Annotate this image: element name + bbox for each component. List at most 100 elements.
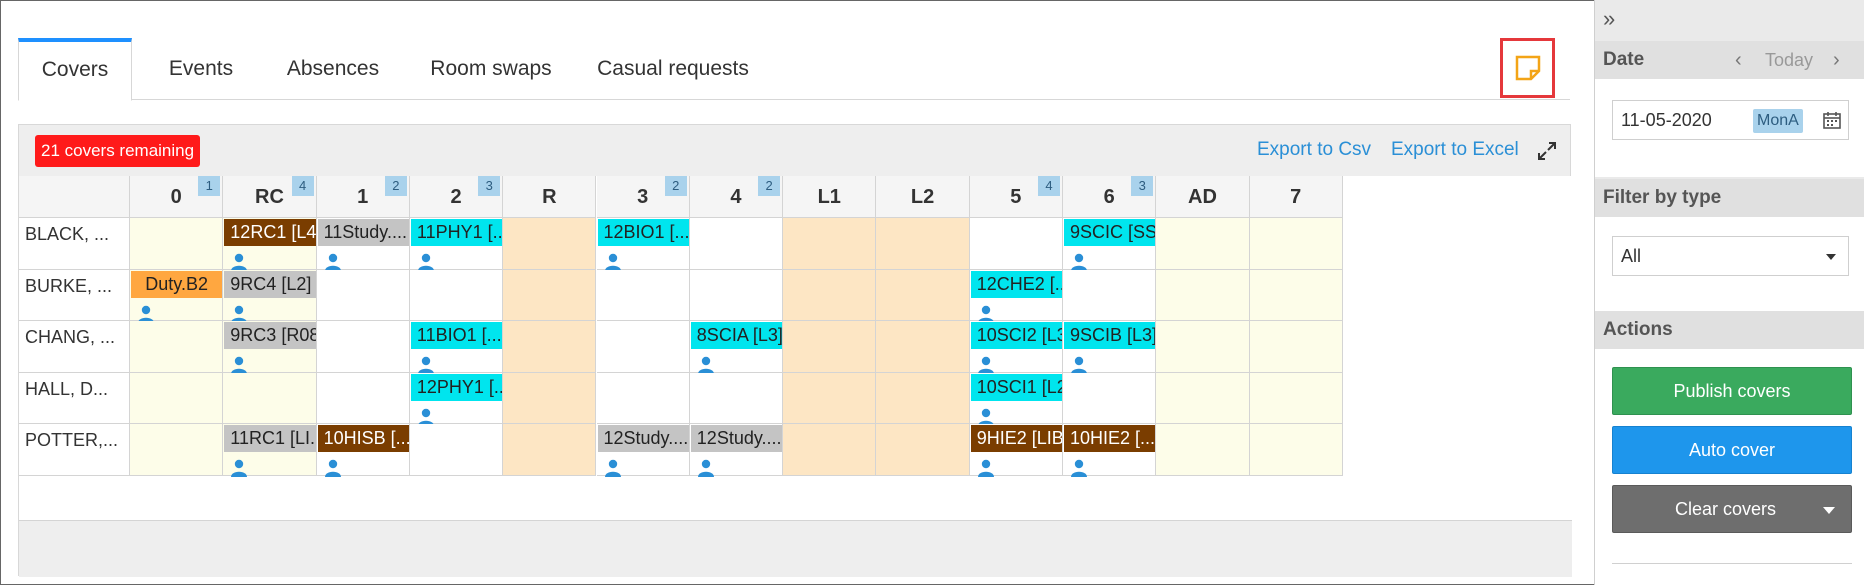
lesson-label[interactable]: 10SCI2 [L3]: [970, 322, 1062, 350]
assign-teacher-icon[interactable]: [231, 253, 248, 271]
tab-covers[interactable]: Covers: [18, 38, 132, 101]
publish-covers-button[interactable]: Publish covers: [1612, 367, 1852, 415]
column-header-ad[interactable]: AD: [1156, 176, 1250, 218]
lesson-cell[interactable]: 9HIE2 [LIB]: [969, 424, 1063, 478]
prev-day-icon[interactable]: ‹: [1735, 41, 1742, 79]
date-title: Date: [1603, 49, 1645, 70]
empty-cell: [596, 372, 690, 425]
column-header-rc[interactable]: RC 4: [223, 176, 317, 218]
export-csv-link[interactable]: Export to Csv: [1257, 139, 1371, 161]
calendar-icon[interactable]: [1822, 110, 1842, 130]
clear-covers-button[interactable]: Clear covers: [1612, 485, 1852, 533]
tab-absences[interactable]: Absences: [268, 38, 398, 100]
lesson-cell[interactable]: 12Study....: [689, 424, 784, 478]
column-header-l1[interactable]: L1: [783, 176, 877, 218]
column-header-4[interactable]: 42: [689, 176, 784, 218]
lesson-label[interactable]: 9RC4 [L2]: [224, 270, 316, 298]
assign-teacher-icon[interactable]: [417, 253, 434, 271]
lesson-label[interactable]: Duty.B2: [131, 270, 223, 298]
sticky-note-button[interactable]: [1500, 38, 1555, 98]
expand-icon[interactable]: [1537, 141, 1557, 161]
lesson-cell[interactable]: 10SCI2 [L3]: [969, 321, 1063, 375]
empty-cell: [1156, 218, 1250, 270]
lesson-cell[interactable]: 8SCIA [L3]: [689, 321, 784, 375]
lesson-cell[interactable]: Duty.B2: [130, 269, 224, 323]
assign-teacher-icon[interactable]: [604, 253, 621, 271]
lesson-cell[interactable]: 9RC3 [R08]: [223, 321, 317, 375]
column-header-2[interactable]: 23: [409, 176, 504, 218]
collapse-sidebar-icon[interactable]: »: [1603, 6, 1615, 32]
column-header-1[interactable]: 12: [316, 176, 410, 218]
lesson-cell[interactable]: 12Study....: [596, 424, 690, 478]
next-day-icon[interactable]: ›: [1833, 41, 1840, 79]
lesson-cell[interactable]: 12PHY1 [...: [409, 372, 504, 426]
filter-type-select[interactable]: All: [1612, 236, 1849, 276]
column-header-6[interactable]: 63: [1063, 176, 1157, 218]
lesson-cell[interactable]: 9SCIC [SS...: [1063, 218, 1157, 271]
column-header-5[interactable]: 54: [969, 176, 1063, 218]
lesson-cell[interactable]: 10SCI1 [L2]: [969, 372, 1063, 426]
assign-teacher-icon[interactable]: [417, 356, 434, 375]
assign-teacher-icon[interactable]: [977, 305, 994, 323]
column-header-7[interactable]: 7: [1249, 176, 1343, 218]
lesson-label[interactable]: 10HISB [...: [317, 425, 409, 453]
lesson-cell[interactable]: 10HISB [...: [316, 424, 410, 478]
assign-teacher-icon[interactable]: [697, 356, 714, 375]
export-excel-link[interactable]: Export to Excel: [1391, 139, 1519, 161]
assign-teacher-icon[interactable]: [1071, 253, 1087, 271]
lesson-label[interactable]: 11Study....: [317, 219, 409, 246]
lesson-label[interactable]: 9SCIC [SS...: [1064, 219, 1156, 246]
assign-teacher-icon[interactable]: [1071, 459, 1087, 478]
lesson-label[interactable]: 10HIE2 [...: [1064, 425, 1156, 453]
lesson-label[interactable]: 10SCI1 [L2]: [970, 373, 1062, 401]
date-input[interactable]: 11-05-2020 MonA: [1612, 100, 1849, 140]
assign-teacher-icon[interactable]: [977, 459, 994, 478]
dropdown-caret-icon[interactable]: [1823, 507, 1835, 514]
lesson-cell[interactable]: 12BIO1 [...: [596, 218, 690, 271]
lesson-label[interactable]: 12BIO1 [...: [597, 219, 689, 246]
lesson-cell[interactable]: 11Study....: [316, 218, 410, 271]
assign-teacher-icon[interactable]: [604, 459, 621, 478]
lesson-label[interactable]: 11RC1 [LI...: [224, 425, 316, 453]
lesson-cell[interactable]: 9RC4 [L2]: [223, 269, 317, 323]
column-header-r[interactable]: R: [503, 176, 597, 218]
lesson-label[interactable]: 11PHY1 [...: [410, 219, 503, 246]
assign-teacher-icon[interactable]: [697, 459, 714, 478]
lesson-label[interactable]: 12PHY1 [...: [410, 373, 503, 401]
assign-teacher-icon[interactable]: [1071, 356, 1087, 375]
lesson-cell[interactable]: 12RC1 [L4]: [223, 218, 317, 271]
lesson-cell[interactable]: 11RC1 [LI...: [223, 424, 317, 478]
lesson-label[interactable]: 9SCIB [L3]: [1064, 322, 1156, 350]
assign-teacher-icon[interactable]: [977, 356, 994, 375]
assign-teacher-icon[interactable]: [231, 459, 248, 478]
lesson-label[interactable]: 12Study....: [597, 425, 689, 453]
lesson-cell[interactable]: 10HIE2 [...: [1063, 424, 1157, 478]
lesson-cell[interactable]: 9SCIB [L3]: [1063, 321, 1157, 375]
column-header-3[interactable]: 32: [596, 176, 690, 218]
lesson-label[interactable]: 12Study....: [690, 425, 783, 453]
column-header-l2[interactable]: L2: [876, 176, 970, 218]
auto-cover-button[interactable]: Auto cover: [1612, 426, 1852, 474]
assign-teacher-icon[interactable]: [417, 408, 434, 426]
assign-teacher-icon[interactable]: [231, 356, 248, 375]
lesson-cell[interactable]: 12CHE2 [...: [969, 269, 1063, 323]
assign-teacher-icon[interactable]: [977, 408, 994, 426]
lesson-label[interactable]: 9RC3 [R08]: [224, 322, 316, 350]
assign-teacher-icon[interactable]: [324, 253, 341, 271]
lesson-label[interactable]: 12CHE2 [...: [970, 270, 1062, 298]
assign-teacher-icon[interactable]: [231, 305, 248, 323]
lesson-label[interactable]: 8SCIA [L3]: [690, 322, 783, 350]
lesson-label[interactable]: 9HIE2 [LIB]: [970, 425, 1062, 453]
lesson-label[interactable]: 12RC1 [L4]: [224, 219, 316, 246]
column-header-0[interactable]: 01: [130, 176, 224, 218]
lesson-label[interactable]: 11BIO1 [...: [410, 322, 503, 350]
lesson-cell[interactable]: 11BIO1 [...: [409, 321, 504, 375]
tab-casual-requests[interactable]: Casual requests: [578, 38, 768, 100]
assign-teacher-icon[interactable]: [138, 305, 154, 323]
lesson-cell[interactable]: 11PHY1 [...: [409, 218, 504, 271]
today-button[interactable]: Today: [1765, 41, 1813, 79]
column-label: 3: [637, 186, 649, 208]
tab-room-swaps[interactable]: Room swaps: [416, 38, 566, 100]
assign-teacher-icon[interactable]: [324, 459, 341, 478]
tab-events[interactable]: Events: [148, 38, 254, 100]
